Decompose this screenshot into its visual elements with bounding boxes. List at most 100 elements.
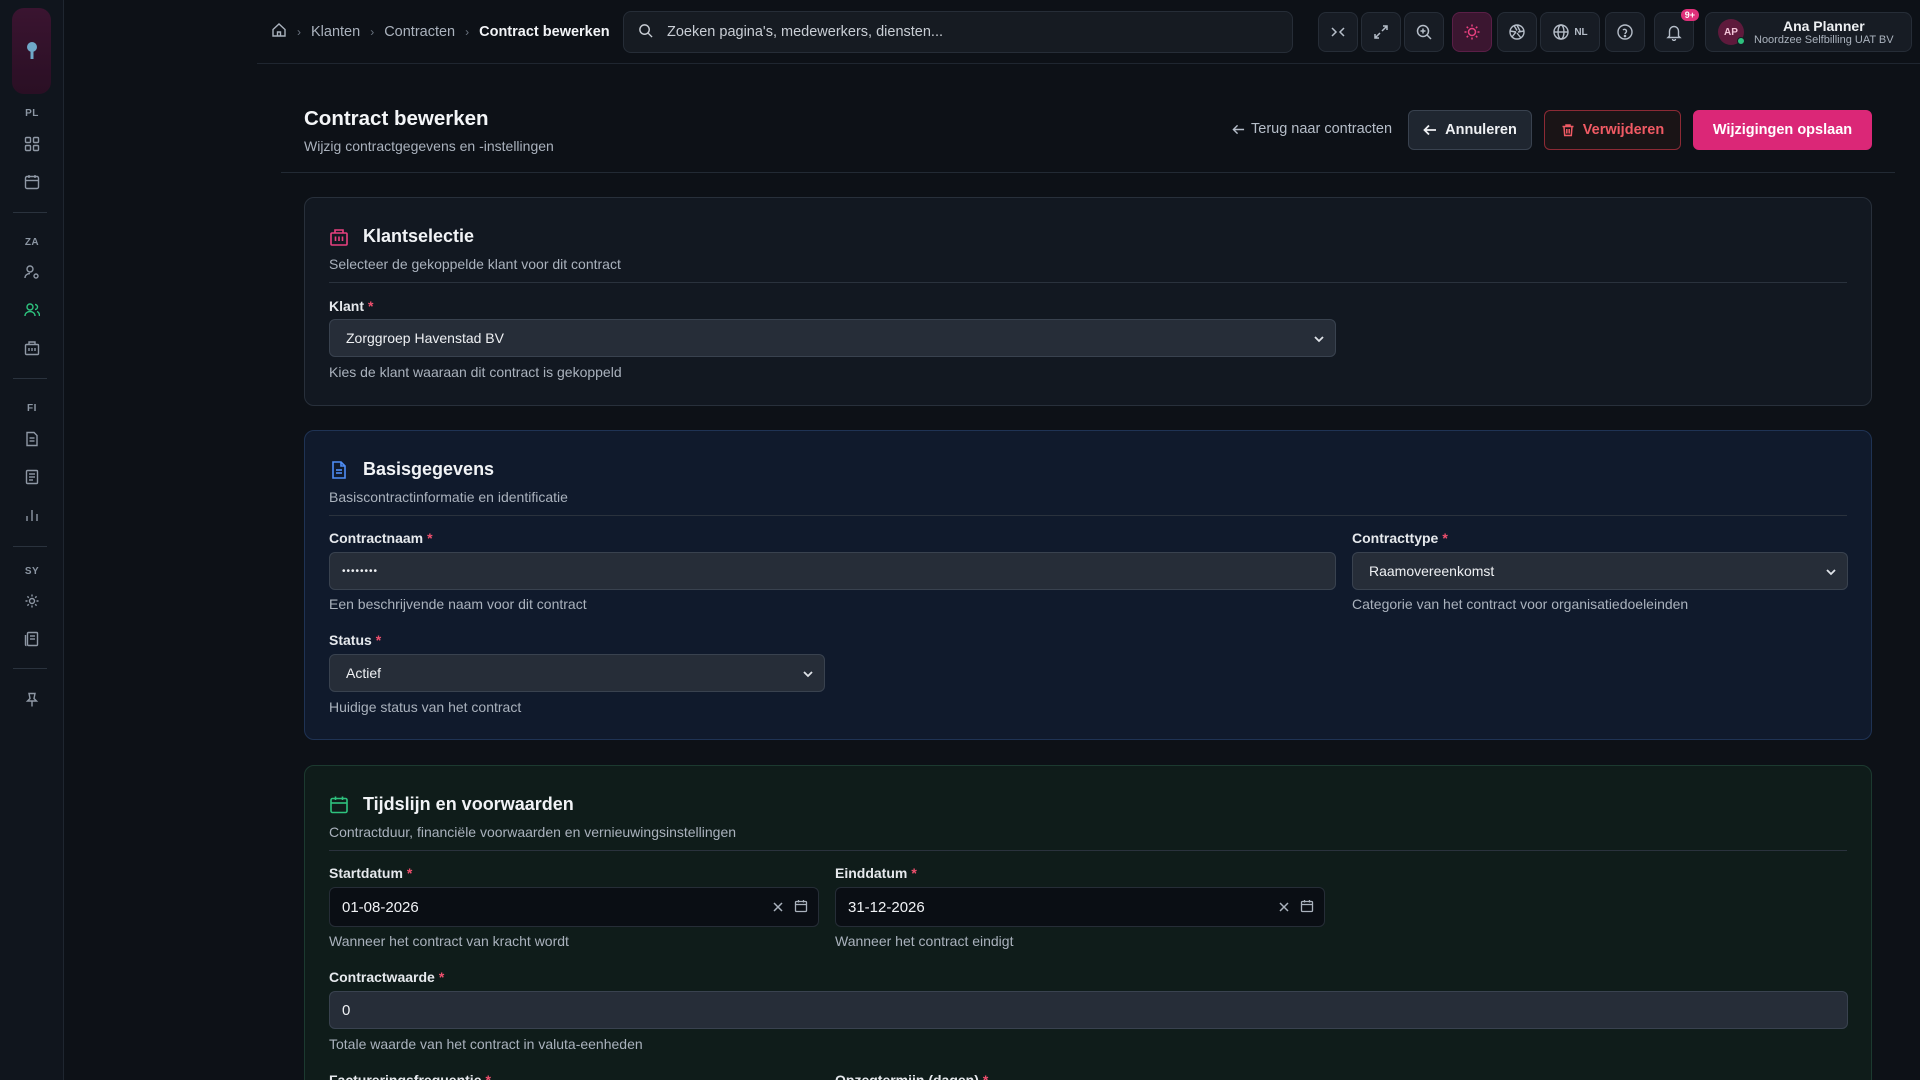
building-icon [330, 228, 348, 246]
chevron-down-icon [1314, 336, 1324, 343]
contract-name-label: Contractnaam * [329, 530, 433, 546]
contract-name-hint: Een beschrijvende naam voor dit contract [329, 596, 587, 612]
card-subtitle: Selecteer de gekoppelde klant voor dit c… [329, 256, 621, 272]
user-organization: Noordzee Selfbilling UAT BV [1754, 34, 1894, 46]
start-date-value: 01-08-2026 [342, 898, 419, 916]
client-hint: Kies de klant waaraan dit contract is ge… [329, 364, 622, 380]
page-title: Contract bewerken [304, 107, 489, 130]
theme-toggle-button[interactable] [1452, 12, 1492, 52]
back-to-contracts-link[interactable]: Terug naar contracten [1232, 121, 1392, 137]
contract-value-hint: Totale waarde van het contract in valuta… [329, 1036, 643, 1052]
expand-icon [1374, 25, 1388, 39]
card-subtitle: Basiscontractinformatie en identificatie [329, 489, 568, 505]
chevron-right-icon: › [370, 25, 375, 39]
globe-icon [1553, 24, 1570, 40]
breadcrumb-clients[interactable]: Klanten [311, 24, 360, 40]
card-header: Tijdslijn en voorwaarden [329, 794, 574, 815]
client-select[interactable]: Zorggroep Havenstad BV [329, 319, 1336, 357]
status-select[interactable]: Actief [329, 654, 825, 692]
start-date-label: Startdatum * [329, 865, 413, 881]
gear-icon[interactable] [20, 589, 44, 613]
user-name: Ana Planner [1782, 18, 1865, 34]
accessibility-button[interactable] [1497, 12, 1537, 52]
calendar-icon[interactable] [1300, 899, 1314, 917]
help-button[interactable] [1605, 12, 1645, 52]
invoice-icon[interactable] [20, 465, 44, 489]
dashboard-icon[interactable] [20, 132, 44, 156]
collapse-sidebar-button[interactable] [1318, 12, 1358, 52]
calendar-icon[interactable] [20, 170, 44, 194]
trash-icon [1562, 124, 1574, 137]
status-label: Status * [329, 632, 382, 648]
contract-type-hint: Categorie van het contract voor organisa… [1352, 596, 1689, 612]
home-icon[interactable] [271, 22, 287, 42]
building-icon[interactable] [20, 336, 44, 360]
end-date-label: Einddatum * [835, 865, 917, 881]
notice-period-label: Opzegtermijn (dagen) * [835, 1072, 989, 1080]
card-subtitle: Contractduur, financiële voorwaarden en … [329, 824, 737, 840]
end-date-hint: Wanneer het contract eindigt [835, 933, 1014, 949]
calendar-icon[interactable] [794, 899, 808, 917]
chevron-right-icon: › [297, 25, 301, 39]
arrow-left-icon [1423, 124, 1437, 136]
cancel-button[interactable]: Annuleren [1408, 110, 1532, 150]
contract-name-input[interactable]: •••••••• [329, 552, 1336, 590]
client-field-label: Klant * [329, 298, 374, 314]
sun-icon [1464, 24, 1480, 40]
rail-divider [13, 668, 47, 669]
breadcrumb-current: Contract bewerken [479, 24, 610, 40]
clients-icon[interactable] [20, 298, 44, 322]
language-code: NL [1574, 26, 1588, 38]
rail-section-pl: PL [25, 108, 39, 119]
user-settings-icon[interactable] [20, 260, 44, 284]
reports-chart-icon[interactable] [20, 503, 44, 527]
contract-name-value: •••••••• [342, 565, 379, 577]
start-date-input[interactable]: 01-08-2026 [329, 887, 819, 927]
user-menu[interactable]: AP Ana Planner Noordzee Selfbilling UAT … [1705, 12, 1912, 52]
aperture-icon [1509, 24, 1525, 40]
notifications-button[interactable]: 9+ [1654, 9, 1699, 52]
pin-icon[interactable] [20, 688, 44, 712]
rail-section-sy: SY [24, 566, 40, 577]
billing-frequency-label: Factureringsfrequentie * [329, 1072, 491, 1080]
logo-icon [26, 42, 37, 59]
app-sidebar: PL ZA FI SY [0, 0, 64, 1080]
delete-button[interactable]: Verwijderen [1544, 110, 1681, 150]
end-date-input[interactable]: 31-12-2026 [835, 887, 1325, 927]
app-logo[interactable] [12, 8, 51, 94]
log-icon[interactable] [20, 627, 44, 651]
sidebar-spacer [64, 0, 257, 1080]
zoom-button[interactable] [1404, 12, 1444, 52]
collapse-icon [1331, 27, 1345, 37]
card-divider [329, 515, 1847, 516]
rail-divider [13, 378, 47, 379]
global-search[interactable] [623, 11, 1293, 53]
arrow-left-icon [1232, 124, 1245, 134]
chevron-down-icon [803, 671, 813, 678]
card-header: Klantselectie [329, 226, 474, 247]
calendar-icon [330, 796, 348, 813]
client-selection-card: Klantselectie Selecteer de gekoppelde kl… [304, 197, 1872, 406]
zoom-in-icon [1416, 24, 1432, 40]
client-select-value: Zorggroep Havenstad BV [346, 330, 504, 346]
top-bar: › Klanten › Contracten › Contract bewerk… [257, 0, 1920, 64]
help-icon [1617, 24, 1633, 40]
start-date-hint: Wanneer het contract van kracht wordt [329, 933, 569, 949]
card-divider [329, 850, 1847, 851]
timeline-terms-card: Tijdslijn en voorwaarden Contractduur, f… [304, 765, 1872, 1080]
contract-value-input[interactable]: 0 [329, 991, 1848, 1029]
contract-type-select[interactable]: Raamovereenkomst [1352, 552, 1848, 590]
rail-divider [13, 212, 47, 213]
document-icon[interactable] [20, 427, 44, 451]
search-input[interactable] [667, 24, 1267, 40]
clear-icon[interactable] [772, 900, 784, 917]
language-selector[interactable]: NL [1540, 12, 1600, 52]
breadcrumb-contracts[interactable]: Contracten [384, 24, 455, 40]
card-divider [329, 282, 1847, 283]
status-value: Actief [346, 665, 382, 681]
save-changes-button[interactable]: Wijzigingen opslaan [1693, 110, 1872, 150]
fullscreen-button[interactable] [1361, 12, 1401, 52]
card-title: Klantselectie [363, 226, 475, 246]
clear-icon[interactable] [1278, 900, 1290, 917]
card-header: Basisgegevens [329, 459, 494, 480]
